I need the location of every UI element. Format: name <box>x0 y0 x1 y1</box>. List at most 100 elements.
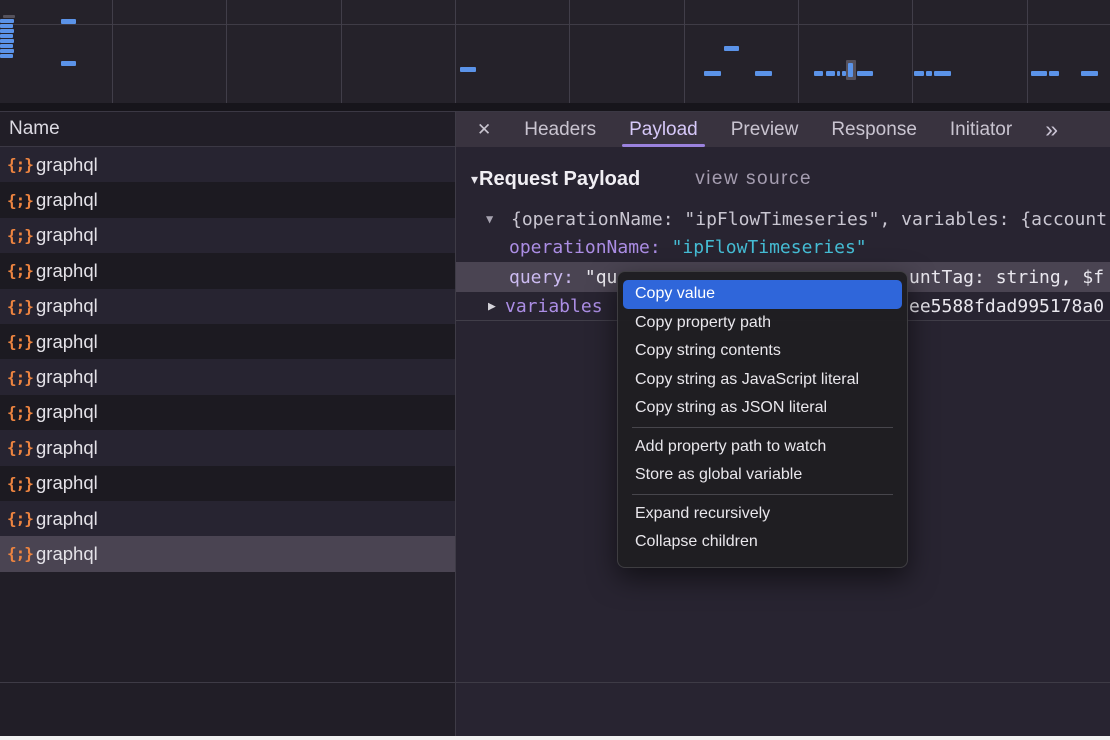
overview-request-bar <box>704 71 721 76</box>
overview-request-bar <box>926 71 932 76</box>
name-column-header[interactable]: Name <box>0 111 455 147</box>
tab-headers[interactable]: Headers <box>524 112 596 148</box>
collapse-caret-icon[interactable]: ▾ <box>471 171 478 188</box>
overview-request-bar <box>1081 71 1098 76</box>
json-braces-icon: {;} <box>7 544 36 563</box>
request-row[interactable]: {;}graphql <box>0 395 455 430</box>
json-braces-icon: {;} <box>7 368 36 387</box>
overview-request-bar <box>3 15 15 18</box>
tab-response[interactable]: Response <box>831 112 917 148</box>
overview-request-bar <box>0 54 13 58</box>
menu-item-copy-string-contents[interactable]: Copy string contents <box>623 337 902 366</box>
request-row[interactable]: {;}graphql <box>0 253 455 288</box>
menu-item-copy-string-as-json-literal[interactable]: Copy string as JSON literal <box>623 394 902 423</box>
tab-payload[interactable]: Payload <box>629 112 698 148</box>
request-name: graphql <box>36 224 98 246</box>
close-icon[interactable]: ✕ <box>477 120 491 140</box>
devtools-network-panel: Name {;}graphql{;}graphql{;}graphql{;}gr… <box>0 0 1110 740</box>
overview-gridline <box>912 0 913 103</box>
menu-item-copy-string-as-javascript-literal[interactable]: Copy string as JavaScript literal <box>623 366 902 395</box>
overview-request-bar <box>724 46 739 51</box>
json-braces-icon: {;} <box>7 191 36 210</box>
request-payload-section-header: ▾ Request Payload view source <box>471 164 812 194</box>
view-source-link[interactable]: view source <box>695 168 812 190</box>
overview-request-bar <box>934 71 951 76</box>
property-value-right-fragment: ee5588fdad995178a0 <box>909 296 1104 317</box>
network-overview-timeline[interactable] <box>0 0 1110 103</box>
tabs: Headers Payload Preview Response Initiator <box>524 112 1012 148</box>
json-braces-icon: {;} <box>7 155 36 174</box>
overview-bottom-gap <box>0 103 1110 111</box>
menu-item-add-property-path-to-watch[interactable]: Add property path to watch <box>623 433 902 462</box>
overview-request-bar <box>0 44 13 48</box>
request-row[interactable]: {;}graphql <box>0 536 455 571</box>
context-menu: Copy valueCopy property pathCopy string … <box>617 271 908 568</box>
overview-request-bar <box>826 71 835 76</box>
payload-root-preview: {operationName: "ipFlowTimeseries", vari… <box>511 209 1107 230</box>
json-braces-icon: {;} <box>7 261 36 280</box>
menu-item-store-as-global-variable[interactable]: Store as global variable <box>623 461 902 490</box>
request-name: graphql <box>36 543 98 565</box>
request-row[interactable]: {;}graphql <box>0 430 455 465</box>
request-name: graphql <box>36 401 98 423</box>
menu-separator <box>632 427 893 428</box>
overview-request-bar <box>0 29 14 33</box>
menu-item-copy-property-path[interactable]: Copy property path <box>623 309 902 338</box>
overview-request-bar <box>0 39 14 43</box>
request-name: graphql <box>36 154 98 176</box>
menu-item-collapse-children[interactable]: Collapse children <box>623 528 902 557</box>
overview-gridline <box>341 0 342 103</box>
overview-gridline <box>112 0 113 103</box>
overview-gridline <box>226 0 227 103</box>
menu-separator <box>632 494 893 495</box>
section-title: Request Payload <box>479 168 640 191</box>
overview-gridline <box>684 0 685 103</box>
request-name: graphql <box>36 189 98 211</box>
json-braces-icon: {;} <box>7 297 36 316</box>
request-row[interactable]: {;}graphql <box>0 289 455 324</box>
json-braces-icon: {;} <box>7 403 36 422</box>
request-name: graphql <box>36 260 98 282</box>
request-name: graphql <box>36 366 98 388</box>
overview-request-bar <box>61 19 76 24</box>
json-braces-icon: {;} <box>7 509 36 528</box>
json-braces-icon: {;} <box>7 332 36 351</box>
overview-request-bar <box>61 61 76 66</box>
expanded-caret-icon[interactable]: ▼ <box>486 212 493 226</box>
request-row[interactable]: {;}graphql <box>0 182 455 217</box>
overview-request-bar <box>837 71 840 76</box>
payload-root-row[interactable]: ▼ {operationName: "ipFlowTimeseries", va… <box>456 205 1110 233</box>
request-row[interactable]: {;}graphql <box>0 324 455 359</box>
request-name: graphql <box>36 508 98 530</box>
overview-gridline <box>455 0 456 103</box>
more-tabs-chevron-icon[interactable]: » <box>1045 118 1058 141</box>
tab-initiator[interactable]: Initiator <box>950 112 1012 148</box>
overview-request-bar <box>460 67 476 72</box>
request-name: graphql <box>36 472 98 494</box>
request-row[interactable]: {;}graphql <box>0 147 455 182</box>
tab-preview[interactable]: Preview <box>731 112 799 148</box>
request-row[interactable]: {;}graphql <box>0 359 455 394</box>
name-column-label: Name <box>9 118 60 140</box>
menu-item-expand-recursively[interactable]: Expand recursively <box>623 500 902 529</box>
overview-request-bar <box>755 71 772 76</box>
request-row[interactable]: {;}graphql <box>0 466 455 501</box>
collapsed-caret-icon[interactable]: ▶ <box>488 299 496 314</box>
overview-request-bar <box>848 63 853 77</box>
payload-row-operation-name[interactable]: operationName: "ipFlowTimeseries" <box>456 233 1110 262</box>
request-row[interactable]: {;}graphql <box>0 218 455 253</box>
overview-request-bar <box>0 19 14 23</box>
page-bottom-edge <box>0 736 1110 740</box>
json-braces-icon: {;} <box>7 474 36 493</box>
json-braces-icon: {;} <box>7 438 36 457</box>
property-value-left-fragment: "qu <box>585 267 618 288</box>
overview-request-bar <box>857 71 873 76</box>
request-row[interactable]: {;}graphql <box>0 501 455 536</box>
details-tab-bar: ✕ Headers Payload Preview Response Initiator… <box>456 111 1110 147</box>
menu-item-copy-value[interactable]: Copy value <box>623 280 902 309</box>
overview-gridline <box>1027 0 1028 103</box>
overview-request-bar <box>914 71 924 76</box>
overview-request-bar <box>814 71 823 76</box>
overview-request-bar <box>0 49 14 53</box>
overview-gridline <box>569 0 570 103</box>
